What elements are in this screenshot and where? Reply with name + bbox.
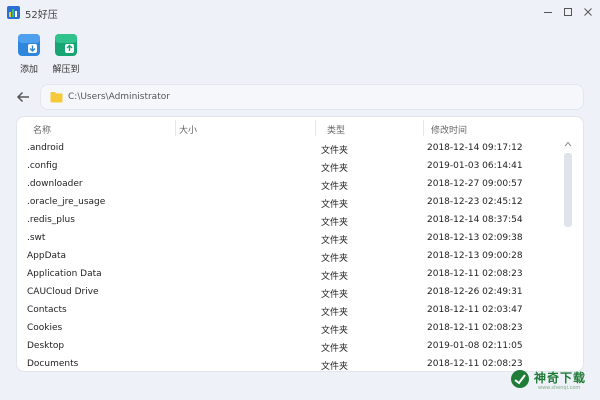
file-modified: 2018-12-11 02:08:23 bbox=[427, 323, 523, 333]
file-type: 文件夹 bbox=[321, 272, 349, 282]
file-name: Cookies bbox=[27, 323, 63, 333]
scrollbar-thumb[interactable] bbox=[564, 153, 572, 227]
table-row[interactable]: Cookies 文件夹 2018-12-11 02:08:23 bbox=[17, 321, 562, 339]
file-type: 文件夹 bbox=[321, 362, 349, 372]
file-type: 文件夹 bbox=[321, 326, 349, 336]
file-modified: 2019-01-08 02:11:05 bbox=[427, 341, 523, 351]
extract-to-button[interactable]: 解压到 bbox=[46, 33, 86, 75]
file-type: 文件夹 bbox=[321, 182, 349, 192]
file-name: .config bbox=[27, 161, 58, 171]
app-logo-icon bbox=[7, 6, 20, 19]
file-modified: 2018-12-11 02:03:47 bbox=[427, 305, 523, 315]
file-name: Documents bbox=[27, 359, 79, 369]
file-modified: 2018-12-14 09:17:12 bbox=[427, 143, 523, 153]
table-row[interactable]: .downloader 文件夹 2018-12-27 09:00:57 bbox=[17, 177, 562, 195]
file-name: .oracle_jre_usage bbox=[27, 197, 106, 207]
folder-icon bbox=[50, 92, 63, 103]
arrow-left-icon bbox=[16, 91, 29, 103]
add-archive-icon bbox=[18, 34, 40, 56]
file-type: 文件夹 bbox=[321, 254, 349, 264]
file-name: Contacts bbox=[27, 305, 67, 315]
file-name: .downloader bbox=[27, 179, 83, 189]
path-text: C:\Users\Administrator bbox=[68, 92, 170, 102]
scroll-up-icon[interactable] bbox=[564, 141, 572, 147]
column-header-modified[interactable]: 修改时间 bbox=[431, 123, 467, 136]
table-row[interactable]: .android 文件夹 2018-12-14 09:17:12 bbox=[17, 141, 562, 159]
file-type: 文件夹 bbox=[321, 236, 349, 246]
file-type: 文件夹 bbox=[321, 308, 349, 318]
close-icon bbox=[584, 8, 592, 16]
watermark-text: 神奇下载 bbox=[534, 371, 587, 385]
maximize-button[interactable] bbox=[560, 4, 576, 20]
table-row[interactable]: Contacts 文件夹 2018-12-11 02:03:47 bbox=[17, 303, 562, 321]
watermark: 神奇下载 www.shenqi.com bbox=[508, 366, 594, 394]
add-button[interactable]: 添加 bbox=[9, 33, 49, 75]
table-row[interactable]: .swt 文件夹 2018-12-13 02:09:38 bbox=[17, 231, 562, 249]
file-type: 文件夹 bbox=[321, 344, 349, 354]
file-modified: 2018-12-14 08:37:54 bbox=[427, 215, 523, 225]
file-modified: 2018-12-23 02:45:12 bbox=[427, 197, 523, 207]
file-name: Application Data bbox=[27, 269, 102, 279]
table-row[interactable]: .config 文件夹 2019-01-03 06:14:41 bbox=[17, 159, 562, 177]
file-modified: 2018-12-13 09:00:28 bbox=[427, 251, 523, 261]
column-header-name[interactable]: 名称 bbox=[33, 123, 51, 136]
file-modified: 2019-01-03 06:14:41 bbox=[427, 161, 523, 171]
file-modified: 2018-12-27 09:00:57 bbox=[427, 179, 523, 189]
column-divider[interactable] bbox=[423, 120, 424, 136]
watermark-logo-icon bbox=[511, 370, 529, 388]
table-row[interactable]: CAUCloud Drive 文件夹 2018-12-26 02:49:31 bbox=[17, 285, 562, 303]
file-modified: 2018-12-13 02:09:38 bbox=[427, 233, 523, 243]
vertical-scrollbar[interactable] bbox=[562, 139, 574, 371]
window-title: 52好压 bbox=[25, 10, 58, 21]
close-button[interactable] bbox=[580, 4, 596, 20]
maximize-icon bbox=[564, 8, 572, 16]
file-modified: 2018-12-26 02:49:31 bbox=[427, 287, 523, 297]
file-name: .redis_plus bbox=[27, 215, 75, 225]
table-row[interactable]: .redis_plus 文件夹 2018-12-14 08:37:54 bbox=[17, 213, 562, 231]
file-type: 文件夹 bbox=[321, 164, 349, 174]
file-type: 文件夹 bbox=[321, 218, 349, 228]
table-row[interactable]: Application Data 文件夹 2018-12-11 02:08:23 bbox=[17, 267, 562, 285]
file-list: 名称 大小 类型 修改时间 .android 文件夹 2018-12-14 09… bbox=[16, 116, 584, 372]
table-body: .android 文件夹 2018-12-14 09:17:12 .config… bbox=[17, 141, 562, 372]
back-button[interactable] bbox=[14, 88, 32, 106]
file-name: .android bbox=[27, 143, 65, 153]
title-bar: 52好压 bbox=[0, 0, 600, 26]
extract-archive-icon bbox=[55, 34, 77, 56]
file-name: Desktop bbox=[27, 341, 65, 351]
extract-to-button-label: 解压到 bbox=[52, 65, 80, 75]
column-divider[interactable] bbox=[175, 120, 176, 136]
file-name: CAUCloud Drive bbox=[27, 287, 99, 297]
table-header: 名称 大小 类型 修改时间 bbox=[17, 117, 583, 139]
minimize-button[interactable] bbox=[540, 4, 556, 20]
add-button-label: 添加 bbox=[19, 65, 38, 75]
file-type: 文件夹 bbox=[321, 290, 349, 300]
column-header-size[interactable]: 大小 bbox=[179, 123, 197, 136]
file-type: 文件夹 bbox=[321, 146, 349, 156]
table-row[interactable]: AppData 文件夹 2018-12-13 09:00:28 bbox=[17, 249, 562, 267]
minimize-icon bbox=[544, 12, 552, 13]
file-modified: 2018-12-11 02:08:23 bbox=[427, 269, 523, 279]
table-row[interactable]: Desktop 文件夹 2019-01-08 02:11:05 bbox=[17, 339, 562, 357]
file-name: AppData bbox=[27, 251, 67, 261]
table-row[interactable]: Documents 文件夹 2018-12-11 02:08:23 bbox=[17, 357, 562, 372]
watermark-subtext: www.shenqi.com bbox=[538, 385, 581, 391]
path-bar[interactable]: C:\Users\Administrator bbox=[40, 84, 584, 110]
file-name: .swt bbox=[27, 233, 46, 243]
column-header-type[interactable]: 类型 bbox=[327, 123, 345, 136]
file-type: 文件夹 bbox=[321, 200, 349, 210]
table-row[interactable]: .oracle_jre_usage 文件夹 2018-12-23 02:45:1… bbox=[17, 195, 562, 213]
column-divider[interactable] bbox=[315, 120, 316, 136]
